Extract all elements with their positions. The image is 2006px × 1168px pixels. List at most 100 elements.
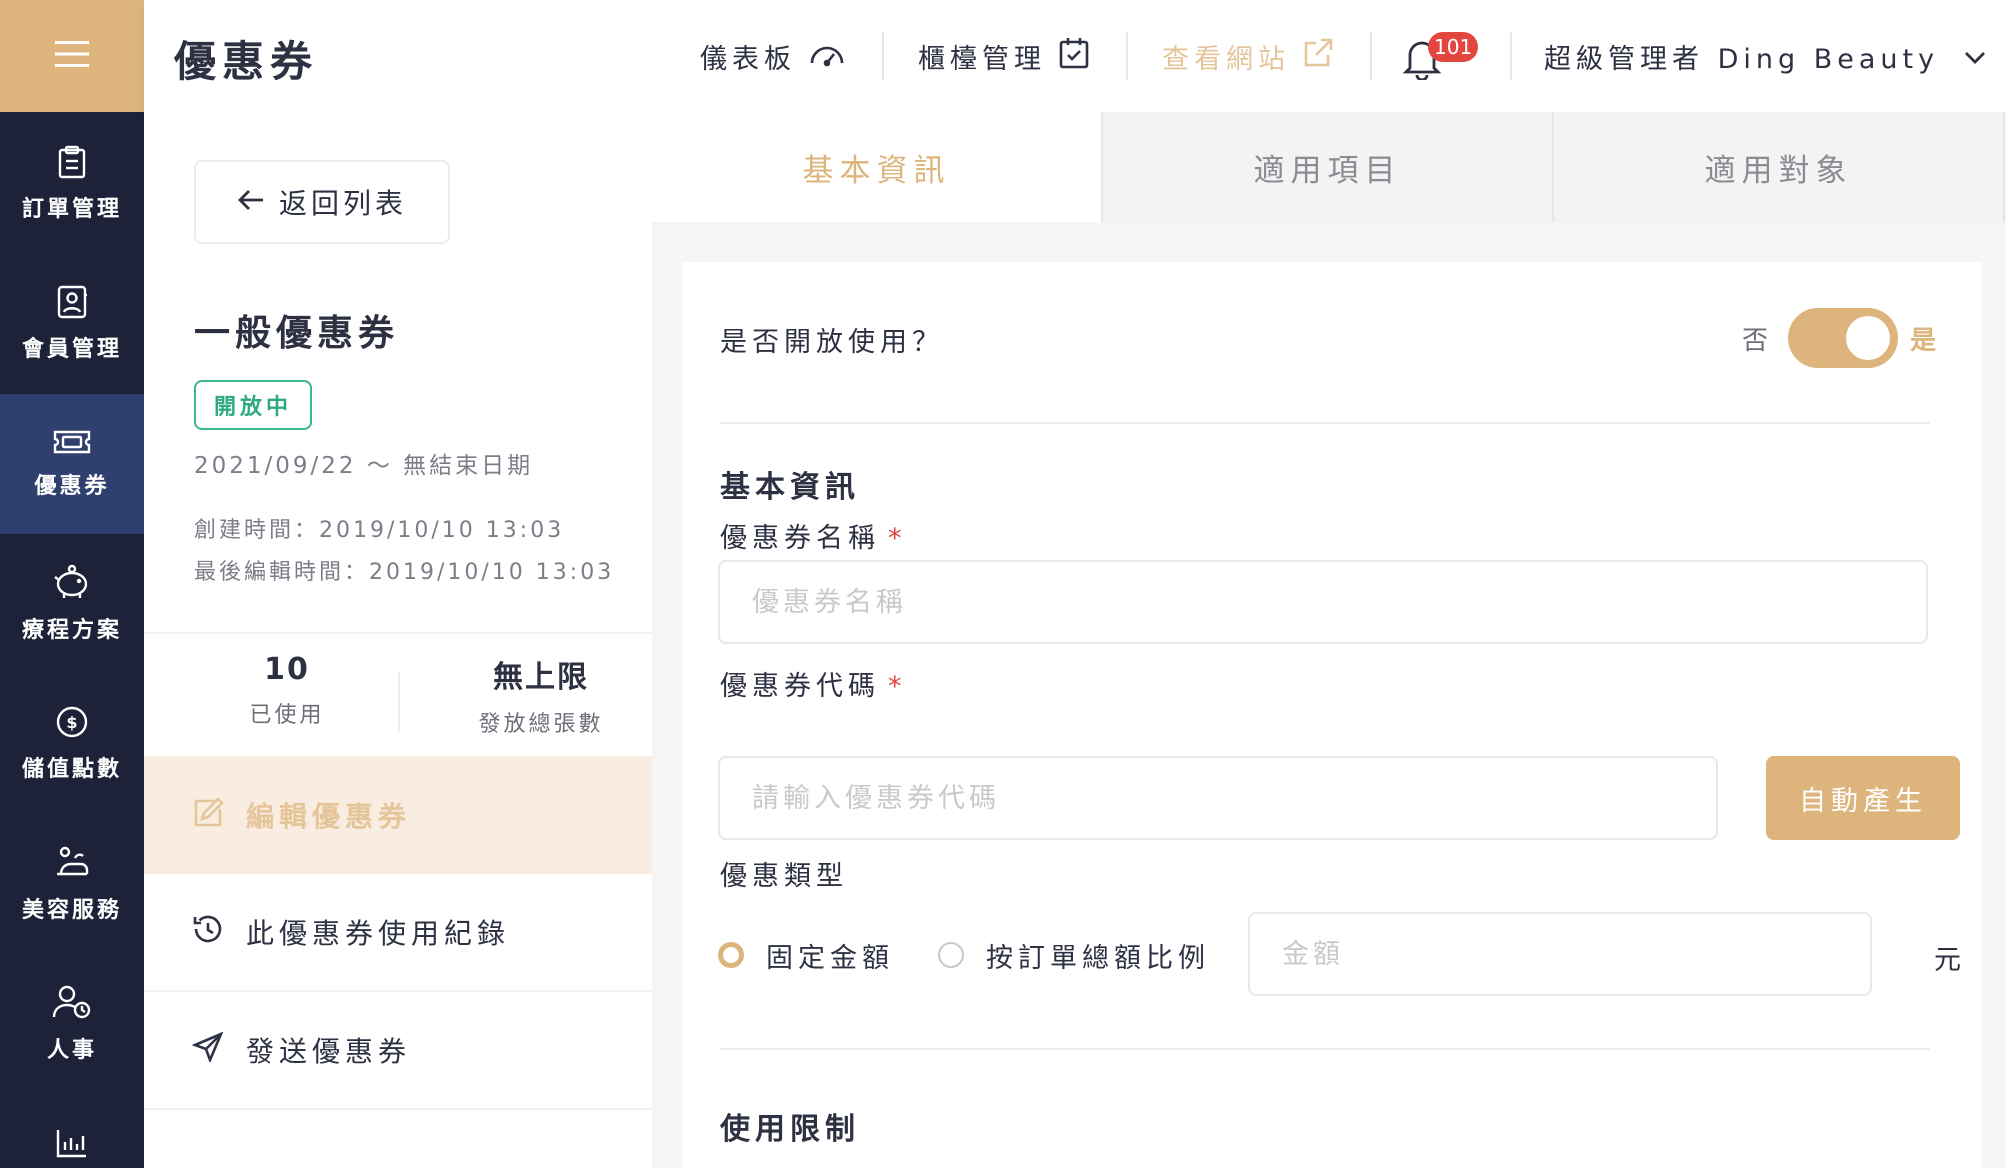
sidebar-item-label: 優惠券	[34, 474, 110, 499]
total-issued-value: 無上限	[493, 660, 589, 695]
coupon-name: 一般優惠券	[194, 313, 400, 354]
dollar-coin-icon: $	[55, 705, 89, 739]
coupon-code-label-text: 優惠券代碼	[720, 671, 880, 702]
header-divider	[1370, 32, 1372, 80]
coupon-usage-history-action[interactable]: 此優惠券使用紀錄	[144, 874, 652, 992]
menu-toggle-button[interactable]	[0, 0, 144, 112]
sidebar-item-stored-points[interactable]: $ 儲值點數	[0, 674, 144, 814]
tab-applicable-items[interactable]: 適用項目	[1103, 112, 1554, 222]
svg-text:$: $	[66, 713, 77, 732]
tab-basic-info[interactable]: 基本資訊	[652, 112, 1103, 222]
last-edited-time: 最後編輯時間：2019/10/10 13:03	[194, 560, 615, 585]
sidebar-item-staff[interactable]: 人事	[0, 954, 144, 1094]
divider	[720, 422, 1930, 424]
status-badge: 開放中	[194, 380, 312, 430]
edit-coupon-label: 編輯優惠券	[246, 800, 412, 833]
amount-input[interactable]	[1248, 912, 1872, 996]
divider	[720, 1048, 1930, 1050]
back-to-list-button[interactable]: 返回列表	[194, 160, 450, 244]
divider	[144, 632, 652, 634]
coupon-name-label-text: 優惠券名稱	[720, 523, 880, 554]
sidebar-item-label: 人事	[46, 1038, 97, 1063]
header-divider	[882, 32, 884, 80]
sidebar-item-beauty-services[interactable]: 美容服務	[0, 814, 144, 954]
dashboard-label: 儀表板	[700, 43, 796, 75]
tab-bar: 基本資訊 適用項目 適用對象	[652, 112, 2006, 222]
counter-management-label: 櫃檯管理	[918, 43, 1046, 75]
coupon-code-input[interactable]	[718, 756, 1718, 840]
arrow-left-icon	[237, 186, 279, 219]
sidebar-item-treatment-plans[interactable]: 療程方案	[0, 534, 144, 674]
coupon-name-label: 優惠券名稱 *	[720, 516, 907, 555]
user-name-label: 超級管理者 Ding Beauty	[1544, 43, 1940, 75]
open-for-use-label: 是否開放使用？	[720, 327, 944, 358]
notification-count-badge: 101	[1428, 32, 1479, 62]
sidebar-item-label: 儲值點數	[21, 757, 122, 782]
external-link-icon	[1290, 37, 1334, 76]
stat-divider	[398, 672, 400, 732]
view-website-link[interactable]: 查看網站	[1162, 36, 1334, 76]
user-menu[interactable]: 超級管理者 Ding Beauty	[1544, 36, 1987, 76]
discount-type-label: 優惠類型	[720, 861, 848, 892]
sidebar-item-label: 療程方案	[21, 618, 122, 643]
page-title: 優惠券	[174, 37, 319, 86]
history-icon	[192, 914, 246, 951]
coupon-code-label: 優惠券代碼 *	[720, 664, 907, 703]
used-count-value: 10	[264, 652, 310, 687]
member-card-icon	[56, 285, 88, 319]
radio-fixed-amount-label[interactable]: 固定金額	[766, 936, 894, 975]
section-title-usage-limits: 使用限制	[720, 1112, 860, 1147]
required-mark: *	[888, 523, 907, 554]
coupon-date-range: 2021/09/22 ～ 無結束日期	[194, 453, 534, 479]
used-count-stat: 10 已使用	[160, 652, 414, 729]
sidebar-item-label: 會員管理	[21, 337, 122, 362]
view-website-label: 查看網站	[1162, 43, 1290, 75]
toggle-yes-label: 是	[1910, 326, 1937, 356]
total-issued-label: 發放總張數	[478, 712, 604, 737]
sidebar-item-label: 訂單管理	[21, 197, 122, 222]
toggle-no-label: 否	[1742, 326, 1769, 356]
edit-coupon-action[interactable]: 編輯優惠券	[144, 756, 652, 874]
counter-management-link[interactable]: 櫃檯管理	[918, 36, 1090, 76]
calendar-check-icon	[1046, 36, 1090, 77]
ticket-icon	[52, 428, 92, 456]
send-coupon-label: 發送優惠券	[246, 1035, 412, 1068]
notifications-button[interactable]: 101	[1402, 30, 1482, 84]
edit-icon	[192, 796, 246, 834]
coupon-detail-panel: 返回列表 一般優惠券 開放中 2021/09/22 ～ 無結束日期 創建時間：2…	[144, 112, 652, 1168]
send-coupon-action[interactable]: 發送優惠券	[144, 992, 652, 1110]
piggy-bank-icon	[52, 564, 92, 600]
header-divider	[1126, 32, 1128, 80]
sidebar-item-coupons[interactable]: 優惠券	[0, 394, 144, 534]
chevron-down-icon	[1951, 41, 1987, 72]
auto-generate-button[interactable]: 自動產生	[1766, 756, 1960, 840]
sidebar-item-members[interactable]: 會員管理	[0, 254, 144, 394]
total-issued-stat: 無上限 發放總張數	[414, 652, 668, 738]
tab-applicable-targets[interactable]: 適用對象	[1554, 112, 2005, 222]
toggle-knob	[1846, 316, 1890, 360]
radio-order-percentage[interactable]	[938, 942, 964, 968]
spa-service-icon	[53, 844, 91, 880]
section-title-basic-info: 基本資訊	[720, 470, 860, 505]
send-icon	[191, 1031, 246, 1069]
created-time: 創建時間：2019/10/10 13:03	[194, 518, 565, 543]
dashboard-link[interactable]: 儀表板	[700, 36, 846, 76]
bar-chart-icon[interactable]	[56, 1128, 88, 1162]
clipboard-icon	[57, 145, 87, 179]
sidebar-item-label: 美容服務	[21, 898, 122, 923]
back-label: 返回列表	[278, 187, 407, 220]
header-divider	[1510, 32, 1512, 80]
sidebar-item-orders[interactable]: 訂單管理	[0, 114, 144, 254]
radio-fixed-amount[interactable]	[718, 942, 744, 968]
staff-icon	[52, 984, 92, 1020]
coupon-form: 是否開放使用？ 否 是 基本資訊 優惠券名稱 * 優惠券代碼 * 自動產生 優惠類型…	[682, 262, 1982, 1168]
currency-unit-label: 元	[1934, 945, 1961, 976]
hamburger-icon	[55, 40, 89, 72]
radio-order-percentage-label[interactable]: 按訂單總額比例	[986, 936, 1210, 975]
sidebar: 訂單管理 會員管理 優惠券 療程方案 $ 儲值點數 美容服務 人事	[0, 0, 144, 1168]
usage-history-label: 此優惠券使用紀錄	[246, 917, 511, 950]
top-header: 優惠券 儀表板 櫃檯管理 查看網站 101 超級管理者 Ding Beauty	[144, 0, 2006, 112]
open-for-use-toggle[interactable]	[1788, 308, 1898, 368]
required-mark: *	[888, 671, 907, 702]
coupon-name-input[interactable]	[718, 560, 1928, 644]
